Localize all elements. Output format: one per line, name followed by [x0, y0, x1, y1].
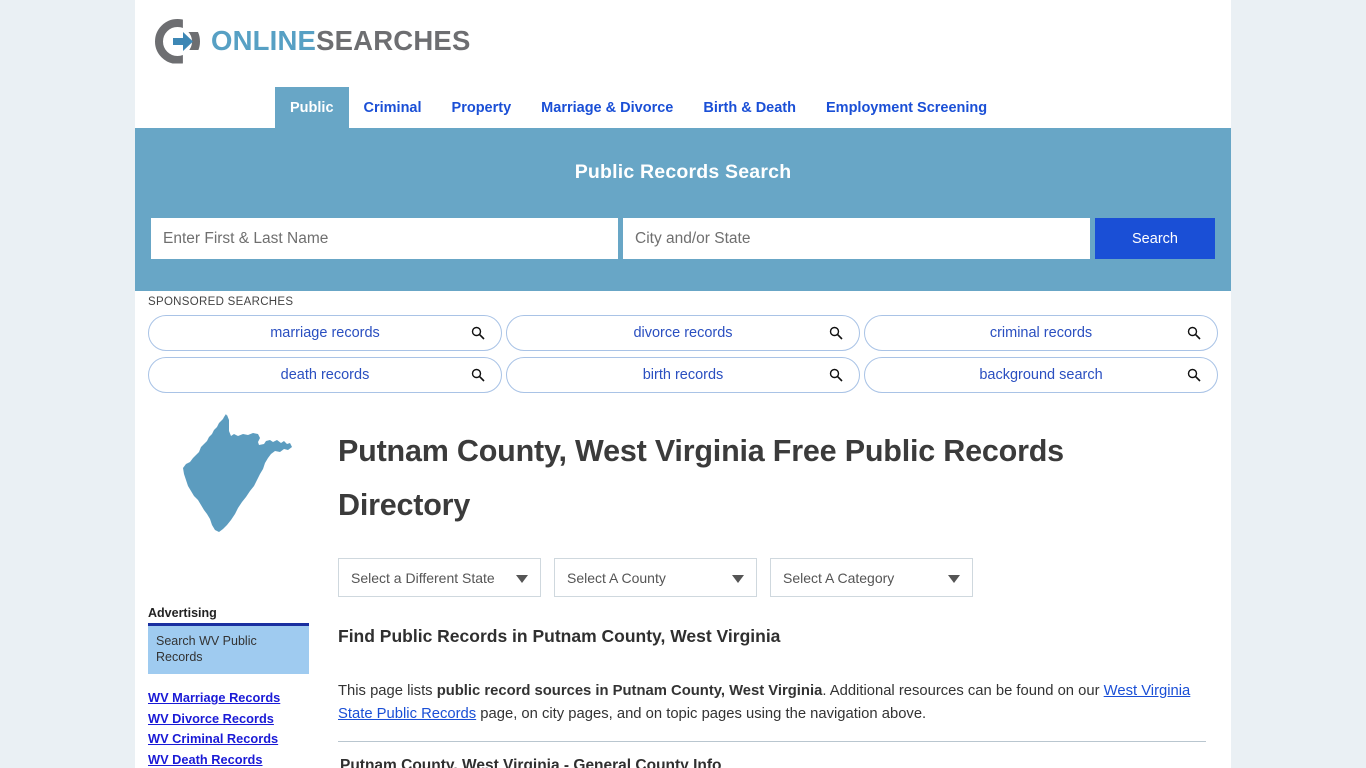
intro-paragraph: This page lists public record sources in…: [338, 680, 1206, 725]
circle-arrow-icon: [155, 18, 202, 64]
site-logo[interactable]: ONLINESEARCHES: [155, 18, 471, 64]
intro-text-2: . Additional resources can be found on o…: [822, 683, 1104, 699]
intro-text-3: page, on city pages, and on topic pages …: [476, 705, 927, 722]
sidebar-link-wv-divorce-records[interactable]: WV Divorce Records: [148, 709, 309, 730]
sponsored-pill-divorce-records[interactable]: divorce records: [506, 315, 860, 351]
arrow-right-icon: [173, 31, 193, 51]
section-divider: [338, 741, 1206, 742]
select-category[interactable]: Select A Category: [770, 558, 973, 597]
content-column: ONLINESEARCHES Public Criminal Property …: [135, 0, 1231, 768]
select-county[interactable]: Select A County: [554, 558, 757, 597]
search-icon: [829, 326, 843, 340]
search-icon: [829, 368, 843, 382]
county-info-heading: Putnam County, West Virginia - General C…: [340, 757, 722, 768]
page-title: Putnam County, West Virginia Free Public…: [338, 434, 1064, 522]
filter-selects: Select a Different State Select A County…: [338, 558, 973, 597]
sponsored-pill-birth-records[interactable]: birth records: [506, 357, 860, 393]
sponsored-pill-label: marriage records: [270, 325, 380, 341]
nav-item-employment-screening[interactable]: Employment Screening: [811, 87, 1002, 128]
sidebar: Advertising Search WV Public Records WV …: [148, 606, 309, 768]
logo-wordmark: ONLINESEARCHES: [211, 25, 471, 57]
advertising-box[interactable]: Search WV Public Records: [148, 623, 309, 674]
intro-text-1: This page lists: [338, 683, 437, 699]
public-records-search-panel: Public Records Search Search: [135, 128, 1231, 291]
sponsored-row-2: death records birth records background s…: [148, 357, 1218, 393]
sidebar-link-wv-criminal-records[interactable]: WV Criminal Records: [148, 729, 309, 750]
advertising-box-text: Search WV Public Records: [156, 634, 257, 664]
intro-text-bold: public record sources in Putnam County, …: [436, 683, 823, 699]
sidebar-link-wv-marriage-records[interactable]: WV Marriage Records: [148, 688, 309, 709]
chevron-down-icon: [948, 574, 960, 583]
search-icon: [1187, 368, 1201, 382]
sponsored-pill-label: background search: [979, 367, 1103, 383]
chevron-down-icon: [732, 574, 744, 583]
search-button[interactable]: Search: [1095, 218, 1215, 259]
sponsored-pill-label: divorce records: [633, 325, 733, 341]
section-heading: Find Public Records in Putnam County, We…: [338, 626, 781, 646]
select-county-label: Select A County: [567, 569, 666, 586]
logo-word-searches: SEARCHES: [316, 25, 471, 56]
page-root: ONLINESEARCHES Public Criminal Property …: [0, 0, 1366, 768]
select-category-label: Select A Category: [783, 569, 895, 586]
sponsored-pill-criminal-records[interactable]: criminal records: [864, 315, 1218, 351]
sidebar-link-wv-death-records[interactable]: WV Death Records: [148, 750, 309, 768]
search-icon: [1187, 326, 1201, 340]
west-virginia-state-map-icon: [183, 414, 292, 532]
sponsored-pill-death-records[interactable]: death records: [148, 357, 502, 393]
name-search-input[interactable]: [151, 218, 618, 259]
sponsored-pill-label: death records: [280, 367, 370, 383]
nav-item-public[interactable]: Public: [275, 87, 349, 128]
sponsored-pill-marriage-records[interactable]: marriage records: [148, 315, 502, 351]
location-search-input[interactable]: [623, 218, 1090, 259]
logo-word-online: ONLINE: [211, 25, 317, 56]
chevron-down-icon: [516, 574, 528, 583]
nav-item-property[interactable]: Property: [437, 87, 527, 128]
select-state-label: Select a Different State: [351, 569, 495, 586]
sponsored-searches-label: SPONSORED SEARCHES: [148, 296, 294, 308]
sponsored-row-1: marriage records divorce records crimina…: [148, 315, 1218, 351]
nav-item-marriage-divorce[interactable]: Marriage & Divorce: [526, 87, 688, 128]
sidebar-links: WV Marriage Records WV Divorce Records W…: [148, 688, 309, 768]
search-icon: [471, 326, 485, 340]
nav-item-birth-death[interactable]: Birth & Death: [688, 87, 811, 128]
search-icon: [471, 368, 485, 382]
advertising-label: Advertising: [148, 606, 217, 620]
search-form: Search: [151, 218, 1215, 259]
main-navigation: Public Criminal Property Marriage & Divo…: [135, 87, 1231, 128]
sponsored-pill-label: criminal records: [989, 325, 1093, 341]
sponsored-searches: SPONSORED SEARCHES marriage records divo…: [148, 296, 1218, 399]
select-state[interactable]: Select a Different State: [338, 558, 541, 597]
nav-item-criminal[interactable]: Criminal: [349, 87, 437, 128]
sponsored-pill-label: birth records: [642, 367, 724, 383]
sponsored-pill-background-search[interactable]: background search: [864, 357, 1218, 393]
hero-title: Public Records Search: [574, 161, 792, 183]
